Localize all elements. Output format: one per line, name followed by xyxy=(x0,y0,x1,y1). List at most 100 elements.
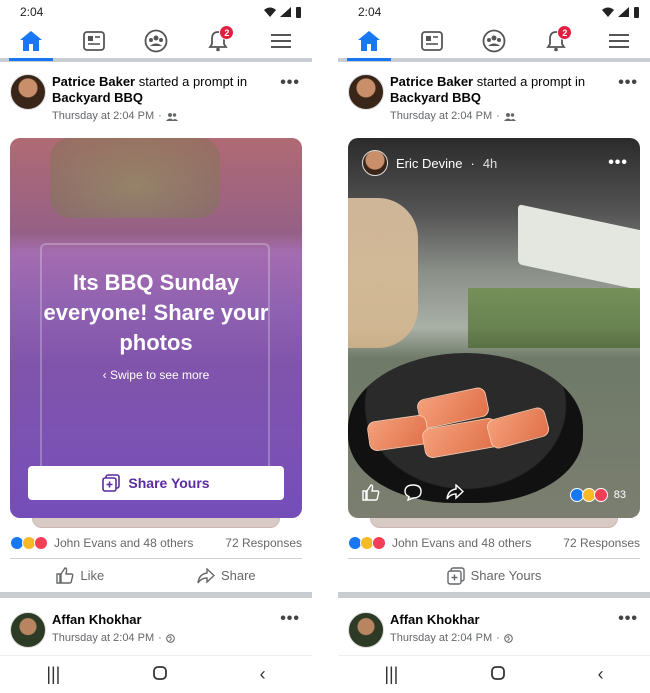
avatar[interactable] xyxy=(10,612,46,648)
photo-cornhole-board xyxy=(518,204,640,292)
reaction-summary: John Evans and 48 others 72 Responses xyxy=(338,528,650,558)
like-button[interactable]: Like xyxy=(56,567,104,584)
tab-groups[interactable] xyxy=(134,24,178,58)
feed-post: Patrice Baker started a prompt in Backya… xyxy=(338,62,650,592)
post-time[interactable]: Thursday at 2:04 PM xyxy=(390,108,492,124)
post-author[interactable]: Patrice Baker xyxy=(52,74,135,89)
avatar[interactable] xyxy=(362,150,388,176)
avatar[interactable] xyxy=(10,74,46,110)
avatar[interactable] xyxy=(348,74,384,110)
next-feed-post: Affan Khokhar Thursday at 2:04 PM · ••• xyxy=(338,598,650,656)
post-header: Affan Khokhar Thursday at 2:04 PM · ••• xyxy=(0,598,312,656)
tab-menu[interactable] xyxy=(597,24,641,58)
post-actions: Share Yours xyxy=(348,558,640,592)
post-meta: Thursday at 2:04 PM · xyxy=(390,108,585,124)
post-meta: Thursday at 2:04 PM · xyxy=(52,108,247,124)
post-group[interactable]: Backyard BBQ xyxy=(390,90,481,105)
post-header: Patrice Baker started a prompt in Backya… xyxy=(0,62,312,132)
response-card-stack: Eric Devine · 4h ••• 83 xyxy=(348,138,640,528)
status-time: 2:04 xyxy=(20,5,44,19)
tab-groups[interactable] xyxy=(472,24,516,58)
share-icon[interactable] xyxy=(446,484,464,500)
prompt-card-stack: Its BBQ Sunday everyone! Share your phot… xyxy=(10,138,302,528)
swipe-hint[interactable]: ‹ Swipe to see more xyxy=(10,368,302,382)
more-options-icon[interactable]: ••• xyxy=(280,610,300,628)
response-author[interactable]: Eric Devine xyxy=(396,156,462,171)
like-label: Like xyxy=(80,568,105,583)
avatar[interactable] xyxy=(348,612,384,648)
status-bar: 2:04 xyxy=(0,0,312,24)
recent-apps-icon[interactable]: ||| xyxy=(384,664,398,685)
post-time[interactable]: Thursday at 2:04 PM xyxy=(52,630,154,646)
next-feed-post: Affan Khokhar Thursday at 2:04 PM · ••• xyxy=(0,598,312,656)
menu-icon xyxy=(270,34,291,48)
responses-count[interactable]: 72 Responses xyxy=(225,536,302,550)
home-button-icon[interactable] xyxy=(491,664,505,685)
like-icon xyxy=(56,567,74,584)
status-time: 2:04 xyxy=(358,5,382,19)
back-icon[interactable]: ‹ xyxy=(260,664,266,685)
status-icons xyxy=(602,6,640,18)
top-navigation: 2 xyxy=(0,24,312,62)
more-options-icon[interactable]: ••• xyxy=(280,74,300,92)
status-icons xyxy=(264,6,302,18)
reaction-summary-people[interactable]: John Evans and 48 others xyxy=(348,536,531,550)
photo-person xyxy=(348,198,418,348)
feed-post: Patrice Baker started a prompt in Backya… xyxy=(0,62,312,592)
response-photo-card[interactable]: Eric Devine · 4h ••• 83 xyxy=(348,138,640,518)
response-reactions[interactable]: 83 xyxy=(569,488,626,502)
post-time[interactable]: Thursday at 2:04 PM xyxy=(390,630,492,646)
notification-badge: 2 xyxy=(219,25,235,40)
comment-icon[interactable] xyxy=(404,483,422,501)
back-icon[interactable]: ‹ xyxy=(598,664,604,685)
reaction-summary: John Evans and 48 others 72 Responses xyxy=(0,528,312,558)
love-reaction-icon xyxy=(372,536,386,550)
post-action: started a prompt in xyxy=(476,74,586,89)
tab-home[interactable] xyxy=(347,24,392,61)
more-options-icon[interactable]: ••• xyxy=(608,154,628,172)
post-header-text: Patrice Baker started a prompt in Backya… xyxy=(390,74,615,124)
reaction-summary-people[interactable]: John Evans and 48 others xyxy=(10,536,193,550)
responses-count[interactable]: 72 Responses xyxy=(563,536,640,550)
share-label: Share xyxy=(220,568,256,583)
tab-home[interactable] xyxy=(9,24,54,61)
post-actions: Like Share xyxy=(10,558,302,592)
home-icon xyxy=(20,31,43,51)
signal-icon xyxy=(618,7,629,17)
globe-icon xyxy=(165,633,175,643)
recent-apps-icon[interactable]: ||| xyxy=(46,664,60,685)
tab-news[interactable] xyxy=(72,24,116,58)
news-icon xyxy=(420,31,443,51)
home-button-icon[interactable] xyxy=(153,664,167,685)
add-photo-icon xyxy=(102,474,121,492)
tab-news[interactable] xyxy=(410,24,454,58)
share-yours-label: Share Yours xyxy=(470,568,542,583)
post-author[interactable]: Affan Khokhar xyxy=(390,612,480,627)
prompt-title: Its BBQ Sunday everyone! Share your phot… xyxy=(43,270,269,355)
tab-menu[interactable] xyxy=(259,24,303,58)
prompt-card[interactable]: Its BBQ Sunday everyone! Share your phot… xyxy=(10,138,302,518)
globe-icon xyxy=(503,633,513,643)
wifi-icon xyxy=(602,7,614,17)
more-options-icon[interactable]: ••• xyxy=(618,610,638,628)
post-author[interactable]: Affan Khokhar xyxy=(52,612,142,627)
more-options-icon[interactable]: ••• xyxy=(618,74,638,92)
post-header-text: Affan Khokhar Thursday at 2:04 PM · xyxy=(390,612,543,648)
post-meta: Thursday at 2:04 PM · xyxy=(52,630,175,646)
like-icon[interactable] xyxy=(362,483,380,501)
swipe-hint-text: Swipe to see more xyxy=(109,368,210,382)
home-icon xyxy=(358,31,381,51)
post-group[interactable]: Backyard BBQ xyxy=(52,90,143,105)
tab-notifications[interactable]: 2 xyxy=(196,24,240,58)
system-navigation-bar: ||| ‹ xyxy=(338,655,650,693)
tab-notifications[interactable]: 2 xyxy=(534,24,578,58)
response-reaction-count: 83 xyxy=(613,489,626,501)
share-yours-button[interactable]: Share Yours xyxy=(28,466,284,500)
share-yours-button[interactable]: Share Yours xyxy=(446,566,542,585)
post-meta: Thursday at 2:04 PM · xyxy=(390,630,513,646)
share-button[interactable]: Share xyxy=(197,567,256,584)
background-bush xyxy=(50,138,220,218)
post-time[interactable]: Thursday at 2:04 PM xyxy=(52,108,154,124)
post-author[interactable]: Patrice Baker xyxy=(390,74,473,89)
add-photo-icon xyxy=(446,566,465,585)
